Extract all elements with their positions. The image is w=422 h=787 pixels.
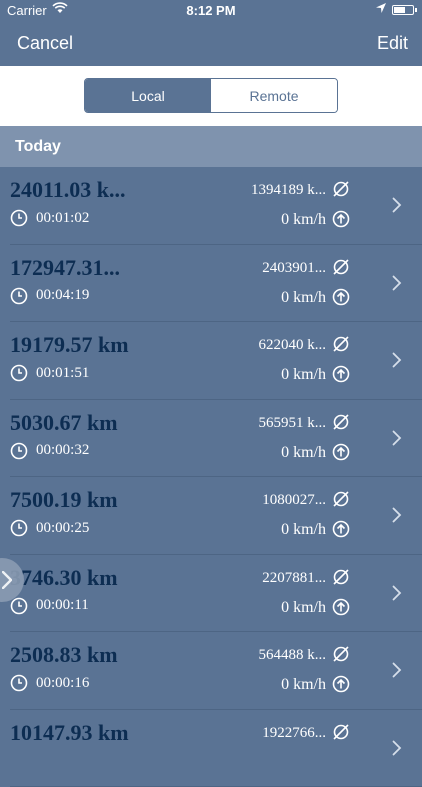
chevron-right-icon xyxy=(392,197,402,213)
edit-button[interactable]: Edit xyxy=(377,33,408,54)
trip-row[interactable]: 10147.93 km 1922766... xyxy=(0,710,422,787)
max-speed-up-arrow-icon xyxy=(332,520,350,538)
average-diameter-icon xyxy=(332,335,350,353)
trip-duration-group: 00:00:25 xyxy=(10,519,89,537)
section-header-today: Today xyxy=(0,126,422,167)
chevron-right-icon xyxy=(392,507,402,523)
trip-max-speed: 0 km/h xyxy=(281,211,326,229)
chevron-right-icon xyxy=(392,352,402,368)
trip-distance: 7500.19 km xyxy=(10,487,118,513)
trip-max-speed: 0 km/h xyxy=(281,289,326,307)
trip-distance: 3746.30 km xyxy=(10,565,118,591)
trip-max-speed: 0 km/h xyxy=(281,599,326,617)
chevron-right-icon xyxy=(2,571,12,589)
trip-max-speed: 0 km/h xyxy=(281,366,326,384)
trip-total-distance: 1922766... xyxy=(262,725,326,742)
trip-duration-group: 00:00:32 xyxy=(10,442,89,460)
trip-max-speed: 0 km/h xyxy=(281,676,326,694)
trip-distance: 10147.93 km xyxy=(10,720,129,746)
trip-duration: 00:01:51 xyxy=(36,365,89,382)
max-speed-up-arrow-icon xyxy=(332,675,350,693)
chevron-right-icon xyxy=(392,430,402,446)
average-diameter-icon xyxy=(332,645,350,663)
average-diameter-icon xyxy=(332,723,350,741)
source-segmented-control: Local Remote xyxy=(84,78,338,113)
clock-icon xyxy=(10,674,28,692)
trip-row[interactable]: 5030.67 km 00:00:32 565951 k... 0 km/h xyxy=(0,400,422,478)
trip-duration-group: 00:00:11 xyxy=(10,597,89,615)
chevron-right-icon xyxy=(392,740,402,756)
trip-duration-group: 00:00:16 xyxy=(10,674,89,692)
trip-distance: 172947.31... xyxy=(10,255,120,281)
trip-duration: 00:00:32 xyxy=(36,442,89,459)
clock-icon xyxy=(10,519,28,537)
trip-row[interactable]: 19179.57 km 00:01:51 622040 k... 0 km/h xyxy=(0,322,422,400)
average-diameter-icon xyxy=(332,413,350,431)
trip-distance: 19179.57 km xyxy=(10,332,129,358)
trip-list: 24011.03 k... 00:01:02 1394189 k... 0 km… xyxy=(0,167,422,787)
trip-duration: 00:00:11 xyxy=(36,597,89,614)
segment-bar: Local Remote xyxy=(0,66,422,126)
max-speed-up-arrow-icon xyxy=(332,288,350,306)
max-speed-up-arrow-icon xyxy=(332,365,350,383)
max-speed-up-arrow-icon xyxy=(332,443,350,461)
average-diameter-icon xyxy=(332,180,350,198)
chevron-right-icon xyxy=(392,275,402,291)
clock-time: 8:12 PM xyxy=(0,3,422,18)
clock-icon xyxy=(10,442,28,460)
average-diameter-icon xyxy=(332,258,350,276)
trip-total-distance: 622040 k... xyxy=(259,337,327,354)
location-arrow-icon xyxy=(376,2,386,16)
cancel-button[interactable]: Cancel xyxy=(17,33,73,54)
trip-distance: 5030.67 km xyxy=(10,410,118,436)
trip-total-distance: 565951 k... xyxy=(259,415,327,432)
trip-total-distance: 1394189 k... xyxy=(251,182,326,199)
trip-duration-group: 00:01:02 xyxy=(10,209,89,227)
chevron-right-icon xyxy=(392,662,402,678)
chevron-right-icon xyxy=(392,585,402,601)
average-diameter-icon xyxy=(332,568,350,586)
trip-row[interactable]: 7500.19 km 00:00:25 1080027... 0 km/h xyxy=(0,477,422,555)
clock-icon xyxy=(10,364,28,382)
trip-duration-group: 00:01:51 xyxy=(10,364,89,382)
max-speed-up-arrow-icon xyxy=(332,598,350,616)
trip-total-distance: 1080027... xyxy=(262,492,326,509)
trip-duration: 00:01:02 xyxy=(36,210,89,227)
trip-row[interactable]: 24011.03 k... 00:01:02 1394189 k... 0 km… xyxy=(0,167,422,245)
trip-row[interactable]: 3746.30 km 00:00:11 2207881... 0 km/h xyxy=(0,555,422,633)
segment-remote[interactable]: Remote xyxy=(211,79,337,112)
trip-distance: 2508.83 km xyxy=(10,642,118,668)
clock-icon xyxy=(10,287,28,305)
clock-icon xyxy=(10,209,28,227)
trip-duration: 00:00:25 xyxy=(36,520,89,537)
battery-icon xyxy=(392,5,414,15)
status-bar: Carrier 8:12 PM xyxy=(0,0,422,22)
trip-distance: 24011.03 k... xyxy=(10,177,126,203)
trip-max-speed: 0 km/h xyxy=(281,521,326,539)
segment-local[interactable]: Local xyxy=(85,79,211,112)
trip-duration-group: 00:04:19 xyxy=(10,287,89,305)
trip-row[interactable]: 2508.83 km 00:00:16 564488 k... 0 km/h xyxy=(0,632,422,710)
navigation-bar: Cancel Edit xyxy=(0,22,422,66)
trip-total-distance: 2207881... xyxy=(262,570,326,587)
trip-duration: 00:04:19 xyxy=(36,287,89,304)
average-diameter-icon xyxy=(332,490,350,508)
trip-total-distance: 2403901... xyxy=(262,260,326,277)
max-speed-up-arrow-icon xyxy=(332,210,350,228)
trip-duration: 00:00:16 xyxy=(36,675,89,692)
trip-total-distance: 564488 k... xyxy=(259,647,327,664)
trip-max-speed: 0 km/h xyxy=(281,444,326,462)
trip-row[interactable]: 172947.31... 00:04:19 2403901... 0 km/h xyxy=(0,245,422,323)
